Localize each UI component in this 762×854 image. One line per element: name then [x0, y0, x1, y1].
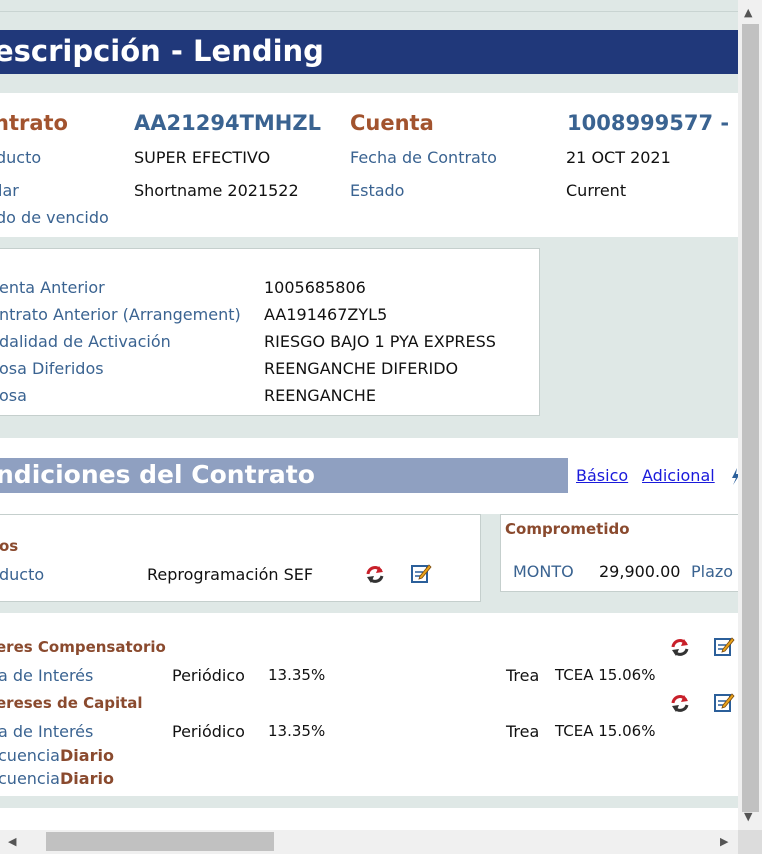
scroll-down-icon[interactable]: ▼ — [744, 811, 752, 822]
frecuencia-value-1: Diario — [60, 746, 114, 765]
undo-icon[interactable] — [669, 692, 691, 714]
details-box: enta Anterior 1005685806 ntrato Anterior… — [0, 248, 540, 416]
scroll-right-icon[interactable]: ▶ — [720, 836, 728, 847]
comprometido-title: Comprometido — [505, 520, 630, 538]
conditions-title-bar: ndiciones del Contrato — [0, 458, 568, 493]
edit-icon[interactable] — [410, 562, 432, 584]
edit-icon[interactable] — [713, 635, 735, 657]
frecuencia-label-2: cuencia — [0, 769, 60, 788]
scroll-up-icon[interactable]: ▲ — [744, 7, 752, 18]
glosa-diferidos-label: osa Diferidos — [0, 359, 104, 378]
cuenta-anterior-value: 1005685806 — [264, 278, 366, 297]
producto-value: SUPER EFECTIVO — [134, 148, 271, 167]
tcea-value-1: TCEA 15.06% — [555, 666, 656, 684]
horizontal-scroll-thumb[interactable] — [46, 832, 274, 851]
trea-label-2: Trea — [506, 722, 540, 741]
cuenta-value: 1008999577 - Pl — [567, 111, 738, 135]
tasa-interes-label-1: a de Interés — [0, 666, 94, 685]
page-title: escripción - Lending — [0, 34, 324, 68]
modalidad-label: dalidad de Activación — [0, 332, 171, 351]
condition-producto-value: Reprogramación SEF — [147, 565, 314, 584]
vertical-scroll-thumb[interactable] — [742, 24, 759, 812]
tcea-value-2: TCEA 15.06% — [555, 722, 656, 740]
frecuencia-label-1: cuencia — [0, 746, 60, 765]
basico-link[interactable]: Básico — [576, 466, 628, 485]
printer-icon[interactable] — [729, 466, 738, 486]
estado-label: Estado — [350, 181, 405, 200]
contrato-label: ntrato — [0, 111, 68, 135]
periodico-label-2: Periódico — [172, 722, 245, 741]
contrato-anterior-value: AA191467ZYL5 — [264, 305, 388, 324]
producto-label: ducto — [0, 148, 42, 167]
rate-value-1: 13.35% — [268, 666, 326, 684]
top-strip — [0, 0, 738, 12]
comprometido-box: Comprometido MONTO 29,900.00 Plazo — [500, 514, 738, 592]
intereses-capital-title: ereses de Capital — [0, 694, 143, 712]
contrato-anterior-label: ntrato Anterior (Arrangement) — [0, 305, 241, 324]
estado-value: Current — [566, 181, 627, 200]
bottom-band — [0, 808, 738, 830]
monto-label: MONTO — [513, 562, 574, 581]
contrato-value: AA21294TMHZL — [134, 111, 321, 135]
content-frame: escripción - Lending ntrato AA21294TMHZL… — [0, 0, 738, 830]
cuenta-anterior-label: enta Anterior — [0, 278, 105, 297]
productos-box: os ducto Reprogramación SEF — [0, 514, 481, 602]
rate-value-2: 13.35% — [268, 722, 326, 740]
tasa-interes-label-2: a de Interés — [0, 722, 94, 741]
glosa-label: osa — [0, 386, 27, 405]
glosa-value: REENGANCHE — [264, 386, 376, 405]
conditions-title: ndiciones del Contrato — [0, 460, 315, 489]
glosa-diferidos-value: REENGANCHE DIFERIDO — [264, 359, 459, 378]
fecha-contrato-label: Fecha de Contrato — [350, 148, 497, 167]
undo-icon[interactable] — [364, 563, 386, 585]
titular-label: lar — [0, 181, 19, 200]
interest-section: eres Compensatorio a de Interés Periódic… — [0, 613, 738, 796]
interes-compensatorio-title: eres Compensatorio — [0, 638, 166, 656]
titular-value: Shortname 2021522 — [134, 181, 299, 200]
contract-summary: ntrato AA21294TMHZL Cuenta 1008999577 - … — [0, 93, 738, 237]
page-title-bar: escripción - Lending — [0, 30, 738, 74]
edit-icon[interactable] — [713, 691, 735, 713]
vencido-label: do de vencido — [0, 208, 109, 227]
cuenta-label: Cuenta — [350, 111, 434, 135]
scroll-left-icon[interactable]: ◀ — [8, 836, 16, 847]
scrollbar-corner — [738, 830, 762, 854]
monto-value: 29,900.00 — [599, 562, 681, 581]
periodico-label-1: Periódico — [172, 666, 245, 685]
frecuencia-value-2: Diario — [60, 769, 114, 788]
trea-label-1: Trea — [506, 666, 540, 685]
condition-producto-label: ducto — [0, 565, 45, 584]
fecha-contrato-value: 21 OCT 2021 — [566, 148, 671, 167]
adicional-link[interactable]: Adicional — [642, 466, 715, 485]
undo-icon[interactable] — [669, 636, 691, 658]
plazo-label: Plazo — [691, 562, 734, 581]
modalidad-value: RIESGO BAJO 1 PYA EXPRESS — [264, 332, 496, 351]
productos-label: os — [0, 537, 19, 555]
